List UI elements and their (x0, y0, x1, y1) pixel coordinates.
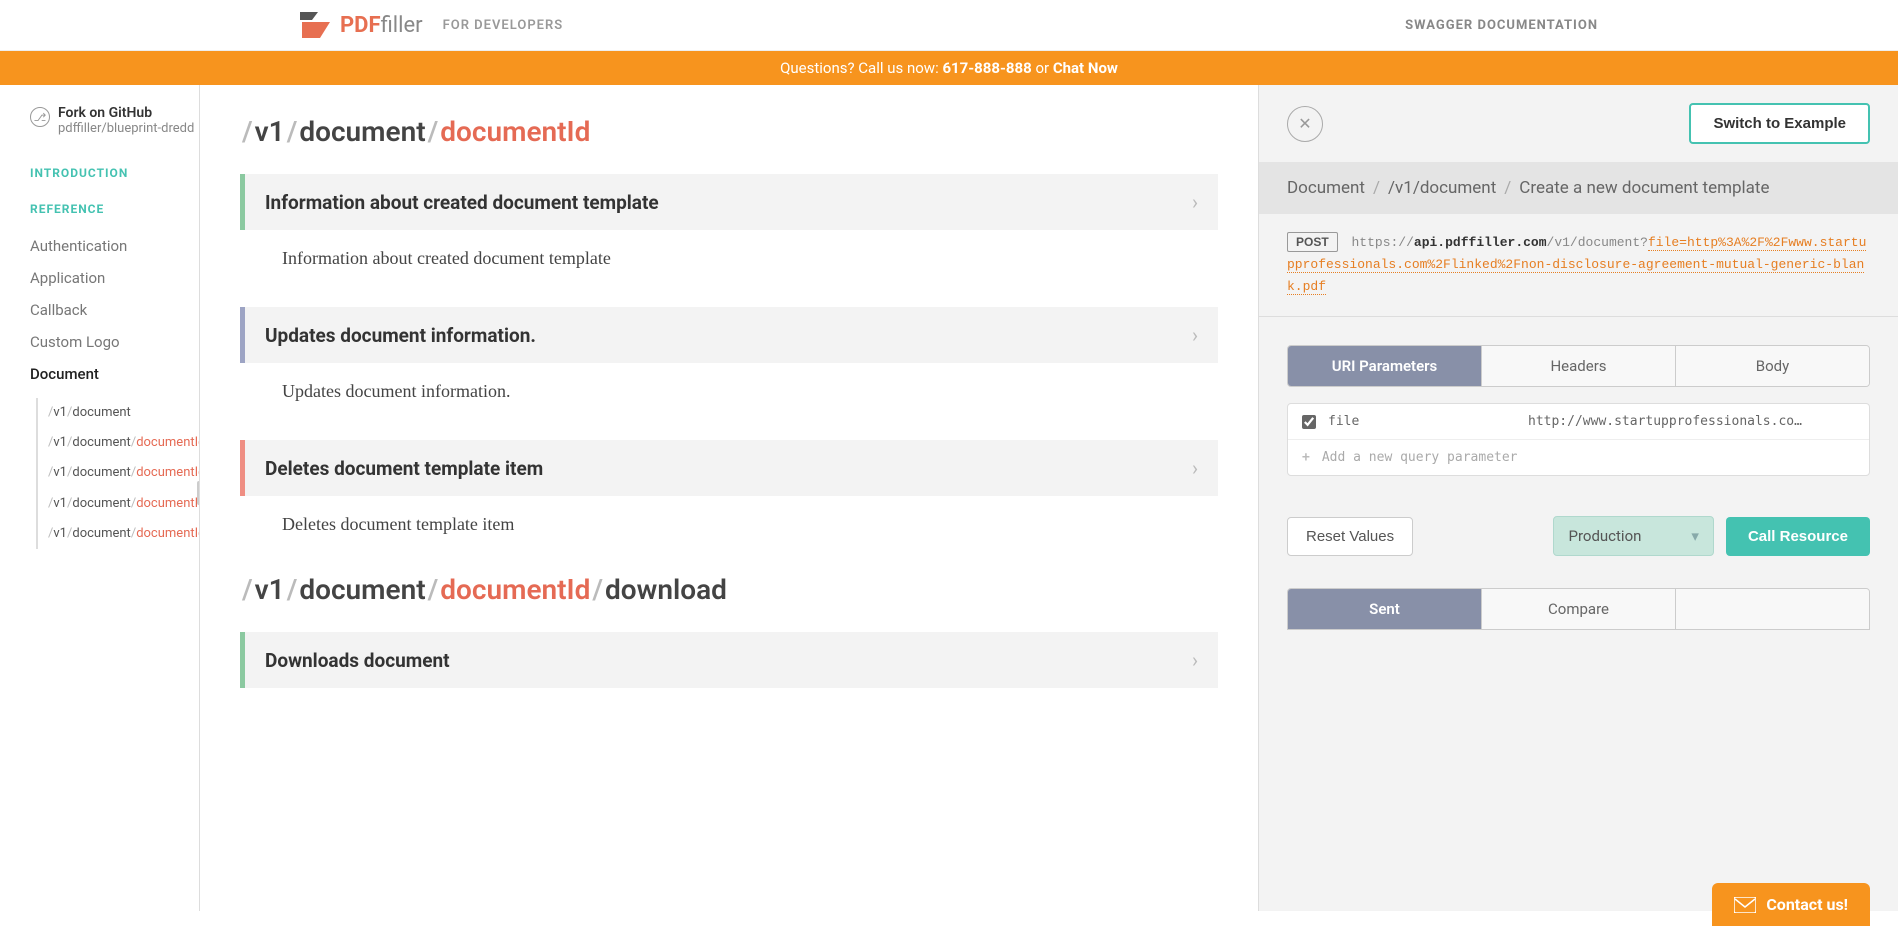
method-badge: POST (1287, 232, 1338, 252)
sidebar-sub-item[interactable]: /v1/document/documentId/constructor (48, 519, 199, 549)
tab-sent[interactable]: Sent (1288, 589, 1482, 629)
crumb-root[interactable]: Document (1287, 178, 1365, 198)
sidebar-item-authentication[interactable]: Authentication (30, 230, 199, 262)
operation-title: Information about created document templ… (265, 191, 659, 214)
chevron-right-icon: › (1192, 323, 1198, 347)
main-content: /v1/document/documentId Information about… (200, 85, 1258, 911)
logo-subtitle: FOR DEVELOPERS (443, 18, 564, 33)
tab-compare[interactable]: Compare (1482, 589, 1676, 629)
tab-extra[interactable] (1676, 589, 1869, 629)
sidebar-resize-handle[interactable] (197, 481, 200, 505)
logo-text: PDFfiller (340, 13, 423, 38)
right-panel: ✕ Switch to Example Document//v1/documen… (1258, 85, 1898, 911)
github-title: Fork on GitHub (58, 105, 194, 121)
tab-body[interactable]: Body (1676, 346, 1869, 386)
param-row[interactable]: file http://www.startupprofessionals.co… (1288, 404, 1869, 440)
path-heading: /v1/document/documentId/download (240, 573, 1218, 606)
close-button[interactable]: ✕ (1287, 106, 1323, 142)
operation-title: Deletes document template item (265, 457, 543, 480)
github-repo: pdffiller/blueprint-dredd (58, 121, 194, 136)
sidebar-item-application[interactable]: Application (30, 262, 199, 294)
switch-example-button[interactable]: Switch to Example (1689, 103, 1870, 144)
sidebar-item-custom-logo[interactable]: Custom Logo (30, 326, 199, 358)
operation-description: Deletes document template item (240, 496, 1218, 553)
mail-icon (1734, 897, 1756, 913)
chevron-right-icon: › (1192, 456, 1198, 480)
call-resource-button[interactable]: Call Resource (1726, 517, 1870, 556)
param-value[interactable]: http://www.startupprofessionals.co… (1528, 414, 1855, 429)
logo-icon (300, 12, 330, 38)
chevron-right-icon: › (1192, 648, 1198, 672)
operation-description: Information about created document templ… (240, 230, 1218, 287)
response-tabs: Sent Compare (1287, 588, 1870, 630)
announcement-bar: Questions? Call us now: 617-888-888 or C… (0, 51, 1898, 85)
chat-now-link[interactable]: Chat Now (1053, 59, 1118, 77)
operation-header[interactable]: Information about created document templ… (240, 174, 1218, 230)
announce-text: Questions? Call us now: (780, 59, 942, 77)
param-tabs: URI Parameters Headers Body (1287, 345, 1870, 387)
swagger-link[interactable]: SWAGGER DOCUMENTATION (1405, 18, 1598, 33)
reset-values-button[interactable]: Reset Values (1287, 517, 1413, 556)
tab-headers[interactable]: Headers (1482, 346, 1676, 386)
tab-uri-parameters[interactable]: URI Parameters (1288, 346, 1482, 386)
path-heading: /v1/document/documentId (240, 115, 1218, 148)
github-fork[interactable]: ⎇ Fork on GitHub pdffiller/blueprint-dre… (30, 105, 199, 136)
request-url: POST https://api.pdffiller.com/v1/docume… (1259, 214, 1898, 317)
plus-icon: + (1302, 450, 1310, 465)
environment-select[interactable]: Production ▾ (1553, 516, 1713, 556)
operation-header[interactable]: Deletes document template item › (240, 440, 1218, 496)
sidebar-item-callback[interactable]: Callback (30, 294, 199, 326)
contact-us-button[interactable]: Contact us! (1712, 883, 1870, 926)
github-icon: ⎇ (30, 107, 50, 127)
operation-title: Downloads document (265, 649, 450, 672)
param-name[interactable]: file (1328, 414, 1528, 429)
chevron-right-icon: › (1192, 190, 1198, 214)
sidebar-sub-item[interactable]: /v1/document (48, 398, 199, 428)
operation-title: Updates document information. (265, 324, 536, 347)
sidebar-sub-item[interactable]: /v1/document/documentId (48, 428, 199, 458)
operation-header[interactable]: Updates document information. › (240, 307, 1218, 363)
param-add-placeholder: Add a new query parameter (1322, 450, 1518, 465)
operation-header[interactable]: Downloads document › (240, 632, 1218, 688)
announce-phone[interactable]: 617-888-888 (942, 59, 1031, 77)
sidebar-sub-item[interactable]: /v1/document/documentId/download_signatu… (48, 489, 199, 519)
sidebar-item-document[interactable]: Document (30, 358, 199, 390)
operation-description: Updates document information. (240, 363, 1218, 420)
sidebar-sub-item[interactable]: /v1/document/documentId/download (48, 458, 199, 488)
param-checkbox[interactable] (1302, 415, 1316, 429)
breadcrumb: Document//v1/document/Create a new docum… (1259, 162, 1898, 214)
param-list: file http://www.startupprofessionals.co…… (1287, 403, 1870, 476)
param-add-row[interactable]: + Add a new query parameter (1288, 440, 1869, 475)
sidebar: ⎇ Fork on GitHub pdffiller/blueprint-dre… (0, 85, 200, 911)
top-bar: PDFfiller FOR DEVELOPERS SWAGGER DOCUMEN… (0, 0, 1898, 51)
chevron-down-icon: ▾ (1691, 527, 1699, 545)
crumb-current: Create a new document template (1519, 178, 1769, 198)
logo[interactable]: PDFfiller FOR DEVELOPERS (300, 12, 563, 38)
crumb-path[interactable]: /v1/document (1388, 178, 1496, 198)
sidebar-heading-reference: REFERENCE (30, 202, 199, 216)
sidebar-heading-intro: INTRODUCTION (30, 166, 199, 180)
